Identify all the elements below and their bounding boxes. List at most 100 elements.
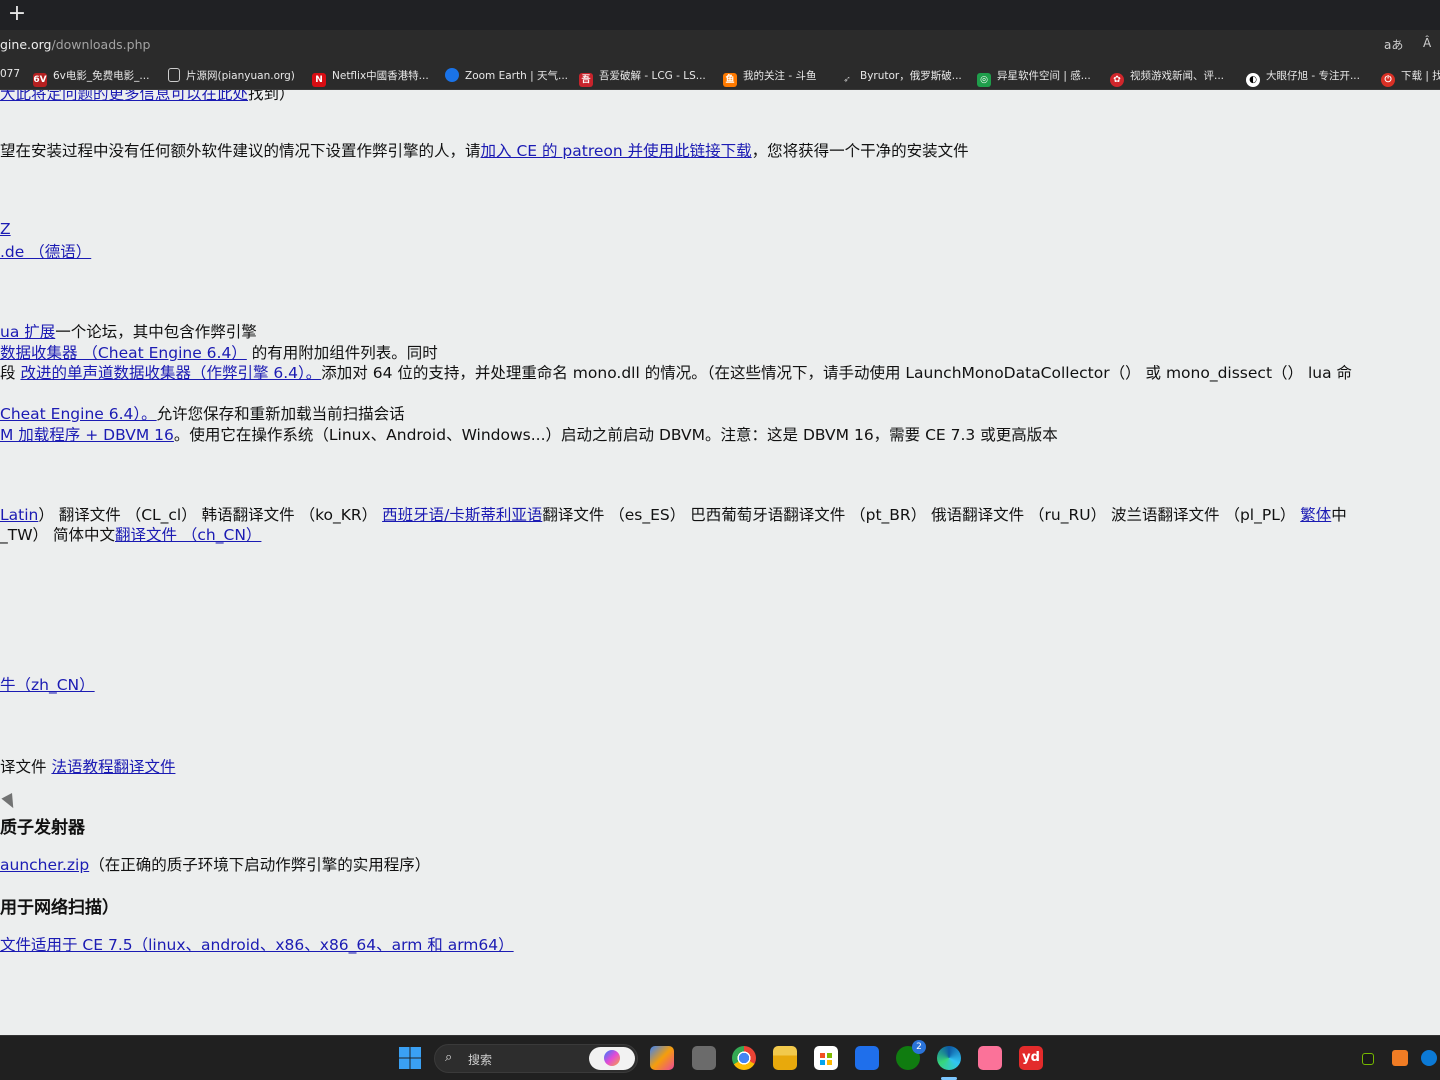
traditional-chinese-link[interactable]: 繁体 xyxy=(1300,506,1331,524)
nvidia-tray-icon[interactable] xyxy=(1362,1053,1374,1065)
latin-translation-link[interactable]: Latin xyxy=(0,506,38,524)
text-line: 牛（zh_CN） xyxy=(0,673,95,695)
link[interactable]: Z xyxy=(0,220,11,238)
simplified-chinese-link[interactable]: 翻译文件 （ch_CN） xyxy=(115,526,261,544)
ceserver-link[interactable]: 文件适用于 CE 7.5（linux、android、x86、x86_64、ar… xyxy=(0,936,514,954)
link[interactable]: 大此将定问题的更多信息可以在此处 xyxy=(0,90,248,103)
bilibili-icon[interactable] xyxy=(978,1046,1002,1070)
file-explorer-icon[interactable] xyxy=(773,1046,797,1070)
bookmark-label: 6v电影_免费电影_... xyxy=(53,70,150,82)
6v-icon: 6V xyxy=(33,73,47,87)
url-text[interactable]: gine.org/downloads.php xyxy=(0,37,150,52)
text-line: 数据收集器 （Cheat Engine 6.4） 的有用附加组件列表。同时 xyxy=(0,344,438,362)
bookmark-item[interactable]: ⏻ 下载 | 找 xyxy=(1381,68,1440,87)
german-site-link[interactable]: .de （德语） xyxy=(0,243,91,261)
bookmark-item[interactable]: ➶ Byrutor，俄罗斯破... xyxy=(840,68,962,87)
bookmark-item[interactable]: ◎ 异星软件空间 | 感... xyxy=(977,68,1091,87)
text-line: ua 扩展一个论坛，其中包含作弊引擎 xyxy=(0,323,257,341)
bookmark-label: 077 xyxy=(0,68,21,80)
byrutor-icon: ➶ xyxy=(843,75,851,85)
bookmark-label: 下载 | 找 xyxy=(1401,70,1440,82)
bookmark-label: 片源网(pianyuan.org) xyxy=(186,70,295,82)
bookmark-label: 视频游戏新闻、评... xyxy=(1130,70,1225,82)
new-tab-button[interactable]: + xyxy=(6,2,28,26)
bookmark-label: 异星软件空间 | 感... xyxy=(997,70,1091,82)
bookmark-label: Zoom Earth | 天气... xyxy=(465,70,568,82)
zh-cn-translation-link[interactable]: 牛（zh_CN） xyxy=(0,676,95,694)
patreon-download-link[interactable]: 加入 CE 的 patreon 并使用此链接下载 xyxy=(481,142,752,160)
bookmark-label: 我的关注 - 斗鱼 xyxy=(743,70,817,82)
text-line: _TW） 简体中文翻译文件 （ch_CN） xyxy=(0,526,262,544)
52pojie-icon: 吾 xyxy=(579,73,593,87)
lua-extension-link[interactable]: ua 扩展 xyxy=(0,323,55,341)
edge-icon[interactable] xyxy=(937,1046,961,1070)
scan-session-link[interactable]: Cheat Engine 6.4）。 xyxy=(0,405,157,423)
address-bar[interactable]: gine.org/downloads.php aあ Â xyxy=(0,30,1440,60)
text-line: Latin） 翻译文件 （CL_cl） 韩语翻译文件 （ko_KR） 西班牙语/… xyxy=(0,506,1347,524)
file-manager-icon[interactable] xyxy=(692,1046,716,1070)
bookmark-item[interactable]: N Netflix中國香港特... xyxy=(312,68,429,87)
chrome-icon[interactable] xyxy=(732,1046,756,1070)
microsoft-store-icon[interactable] xyxy=(814,1046,838,1070)
french-tutorial-link[interactable]: 法语教程翻译文件 xyxy=(51,758,175,776)
xbox-icon[interactable]: 2 xyxy=(896,1040,926,1070)
text-line: 望在安装过程中没有任何额外软件建议的情况下设置作弊引擎的人，请加入 CE 的 p… xyxy=(0,142,969,160)
dbvm-loader-link[interactable]: M 加载程序 + DBVM 16 xyxy=(0,426,174,444)
text-line: auncher.zip（在正确的质子环境下启动作弊引擎的实用程序） xyxy=(0,856,431,874)
netflix-icon: N xyxy=(312,73,326,87)
zoom-earth-icon xyxy=(445,68,459,82)
dayanzai-icon: ◐ xyxy=(1246,73,1260,87)
text-line: Z xyxy=(0,220,11,238)
text-line: .de （德语） xyxy=(0,240,91,262)
section-heading: 用于网络扫描） xyxy=(0,898,119,918)
text-line: 译文件 法语教程翻译文件 xyxy=(0,758,176,776)
text-line: 文件适用于 CE 7.5（linux、android、x86、x86_64、ar… xyxy=(0,933,514,955)
bookmark-label: 大眼仔旭 - 专注开... xyxy=(1266,70,1360,82)
notification-badge: 2 xyxy=(912,1040,926,1054)
bookmark-label: Byrutor，俄罗斯破... xyxy=(860,70,962,82)
douyu-icon: 鱼 xyxy=(723,73,737,87)
text-line: 段 改进的单声道数据收集器（作弊引擎 6.4）。添加对 64 位的支持，并处理重… xyxy=(0,364,1353,382)
bookmark-item[interactable]: ✿ 视频游戏新闻、评... xyxy=(1110,68,1224,87)
text-line: 大此将定问题的更多信息可以在此处找到） xyxy=(0,90,295,104)
proton-launcher-link[interactable]: auncher.zip xyxy=(0,856,89,874)
yxssp-icon: ◎ xyxy=(977,73,991,87)
copilot-search-icon[interactable] xyxy=(589,1047,635,1070)
translate-icon[interactable]: aあ xyxy=(1384,36,1403,53)
text-line: Cheat Engine 6.4）。允许您保存和重新加载当前扫描会话 xyxy=(0,405,405,423)
mouse-cursor-icon xyxy=(1,793,19,811)
start-icon[interactable] xyxy=(398,1046,422,1070)
bookmark-item[interactable]: 鱼我的关注 - 斗鱼 xyxy=(723,68,816,87)
youdao-icon[interactable]: yd xyxy=(1019,1046,1043,1070)
bookmark-item[interactable]: 吾吾爱破解 - LCG - LS... xyxy=(579,68,706,87)
bookmark-item[interactable]: Zoom Earth | 天气... xyxy=(445,68,568,83)
taskbar: ⌕ 搜索 2 yd xyxy=(0,1035,1440,1080)
page-icon xyxy=(168,68,180,82)
url-path: /downloads.php xyxy=(51,37,151,52)
gamespot-icon: ✿ xyxy=(1110,73,1124,87)
bookmark-item[interactable]: 077 xyxy=(0,68,20,80)
search-placeholder: 搜索 xyxy=(468,1053,493,1067)
bookmark-item[interactable]: 片源网(pianyuan.org) xyxy=(168,68,295,83)
mono-data-collector-link[interactable]: 改进的单声道数据收集器（作弊引擎 6.4）。 xyxy=(20,364,321,382)
page-content: 大此将定问题的更多信息可以在此处找到） 望在安装过程中没有任何额外软件建议的情况… xyxy=(0,90,1440,1035)
mail-icon[interactable] xyxy=(855,1046,879,1070)
section-heading: 质子发射器 xyxy=(0,818,85,838)
copilot-icon[interactable] xyxy=(650,1046,674,1070)
search-box[interactable]: ⌕ 搜索 xyxy=(434,1044,638,1073)
spanish-translation-link[interactable]: 西班牙语/卡斯蒂利亚语 xyxy=(382,506,542,524)
bookmark-item[interactable]: ◐ 大眼仔旭 - 专注开... xyxy=(1246,68,1360,87)
tray-app-icon[interactable] xyxy=(1392,1050,1408,1066)
search-icon: ⌕ xyxy=(445,1050,453,1065)
data-collector-link[interactable]: 数据收集器 （Cheat Engine 6.4） xyxy=(0,344,247,362)
bookmarks-bar: 077 6V 6v电影_免费电影_... 片源网(pianyuan.org) NN… xyxy=(0,60,1440,90)
tab-strip: + xyxy=(0,0,1440,30)
read-aloud-icon[interactable]: Â xyxy=(1423,36,1431,50)
bookmark-label: 吾爱破解 - LCG - LS... xyxy=(599,70,706,82)
download-site-icon: ⏻ xyxy=(1381,73,1395,87)
text-line: M 加载程序 + DBVM 16。使用它在操作系统（Linux、Android、… xyxy=(0,426,1058,444)
bookmark-label: Netflix中國香港特... xyxy=(332,70,429,82)
edge-tray-icon[interactable] xyxy=(1421,1050,1437,1066)
bookmark-item[interactable]: 6V 6v电影_免费电影_... xyxy=(33,68,149,87)
url-host: gine.org xyxy=(0,37,52,52)
